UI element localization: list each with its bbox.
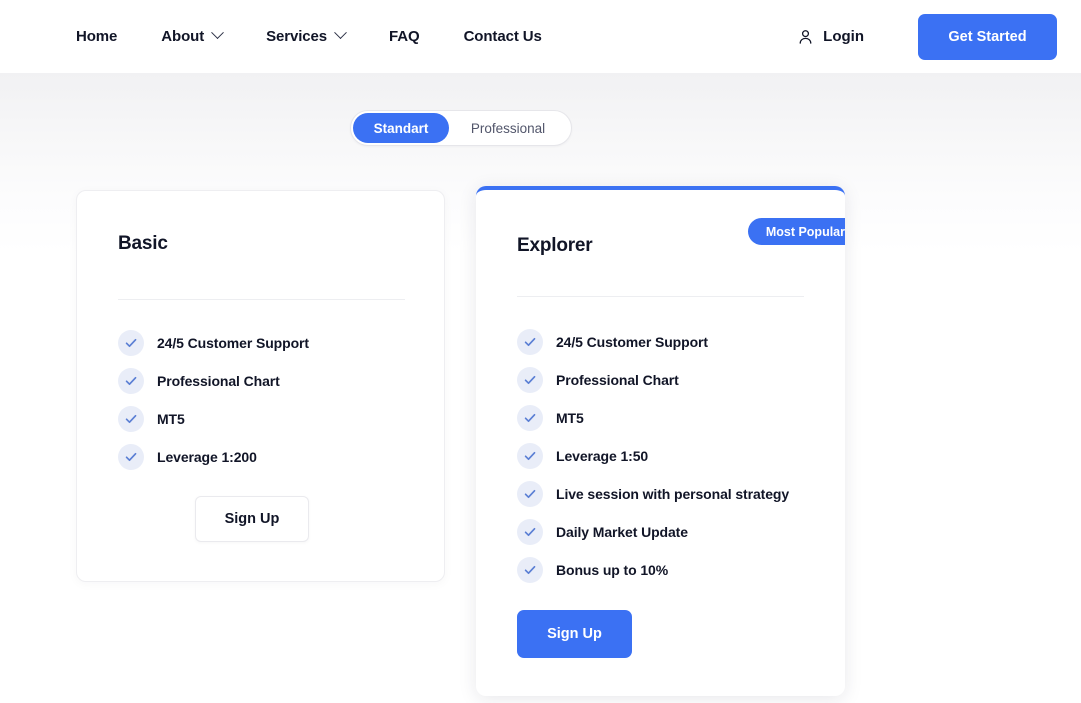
nav-item-contact-us[interactable]: Contact Us: [442, 0, 564, 73]
feature-item: MT5: [517, 399, 789, 437]
nav-item-label: Services: [266, 28, 328, 45]
pricing-page: Home About Services FAQ Contact Us Login…: [0, 0, 1081, 703]
check-icon: [517, 405, 543, 431]
feature-label: 24/5 Customer Support: [157, 335, 309, 351]
toggle-option-standart[interactable]: Standart: [353, 113, 449, 143]
plan-title: Basic: [118, 233, 168, 254]
nav-item-home[interactable]: Home: [76, 0, 139, 73]
get-started-button[interactable]: Get Started: [918, 13, 1057, 60]
login-button[interactable]: Login: [797, 28, 864, 46]
chevron-down-icon: [334, 25, 347, 39]
feature-label: MT5: [157, 411, 185, 427]
feature-item: Leverage 1:200: [118, 438, 309, 476]
site-header: Home About Services FAQ Contact Us Login…: [0, 0, 1081, 73]
main-navigation: Home About Services FAQ Contact Us: [76, 0, 564, 73]
feature-label: Leverage 1:50: [556, 448, 649, 464]
nav-item-about[interactable]: About: [139, 0, 244, 73]
feature-item: Leverage 1:50: [517, 437, 789, 475]
feature-item: Daily Market Update: [517, 513, 789, 551]
chevron-down-icon: [211, 25, 224, 39]
feature-item: MT5: [118, 400, 309, 438]
feature-label: Bonus up to 10%: [556, 562, 669, 578]
signup-button-basic[interactable]: Sign Up: [195, 496, 309, 542]
feature-label: 24/5 Customer Support: [556, 334, 708, 350]
check-icon: [517, 443, 543, 469]
plan-title: Explorer: [517, 235, 593, 256]
feature-item: Professional Chart: [517, 361, 789, 399]
feature-item: Bonus up to 10%: [517, 551, 789, 589]
feature-label: Professional Chart: [157, 373, 280, 389]
nav-item-label: Home: [76, 28, 118, 45]
check-icon: [118, 444, 144, 470]
feature-item: Live session with personal strategy: [517, 475, 789, 513]
check-icon: [118, 406, 144, 432]
nav-item-label: Contact Us: [463, 28, 542, 45]
feature-label: Live session with personal strategy: [556, 486, 790, 502]
nav-item-faq[interactable]: FAQ: [367, 0, 442, 73]
nav-item-label: About: [161, 28, 205, 45]
nav-item-services[interactable]: Services: [244, 0, 367, 73]
feature-label: Professional Chart: [556, 372, 679, 388]
check-icon: [517, 557, 543, 583]
check-icon: [517, 519, 543, 545]
feature-item: 24/5 Customer Support: [517, 323, 789, 361]
pricing-card-basic: Basic 24/5 Customer Support Professional…: [76, 190, 445, 582]
check-icon: [517, 367, 543, 393]
card-divider: [517, 296, 804, 297]
feature-item: Professional Chart: [118, 362, 309, 400]
check-icon: [118, 330, 144, 356]
feature-list: 24/5 Customer Support Professional Chart…: [517, 323, 789, 589]
pricing-cards: Basic 24/5 Customer Support Professional…: [0, 0, 1081, 703]
nav-item-label: FAQ: [389, 28, 420, 45]
header-actions: Login Get Started: [797, 0, 1057, 73]
check-icon: [517, 329, 543, 355]
plan-type-toggle[interactable]: Standart Professional: [350, 110, 572, 146]
check-icon: [118, 368, 144, 394]
most-popular-badge[interactable]: Most Popular: [747, 218, 845, 245]
feature-label: Daily Market Update: [556, 524, 688, 540]
feature-label: MT5: [556, 410, 584, 426]
signup-button-explorer[interactable]: Sign Up: [517, 610, 632, 658]
feature-item: 24/5 Customer Support: [118, 324, 309, 362]
check-icon: [517, 481, 543, 507]
login-label: Login: [823, 28, 864, 45]
toggle-option-professional[interactable]: Professional: [449, 113, 567, 143]
card-divider: [118, 299, 405, 300]
user-icon: [799, 29, 812, 44]
feature-list: 24/5 Customer Support Professional Chart…: [118, 324, 309, 476]
feature-label: Leverage 1:200: [157, 449, 257, 465]
pricing-card-explorer: Most Popular Explorer 24/5 Customer Supp…: [476, 186, 845, 696]
